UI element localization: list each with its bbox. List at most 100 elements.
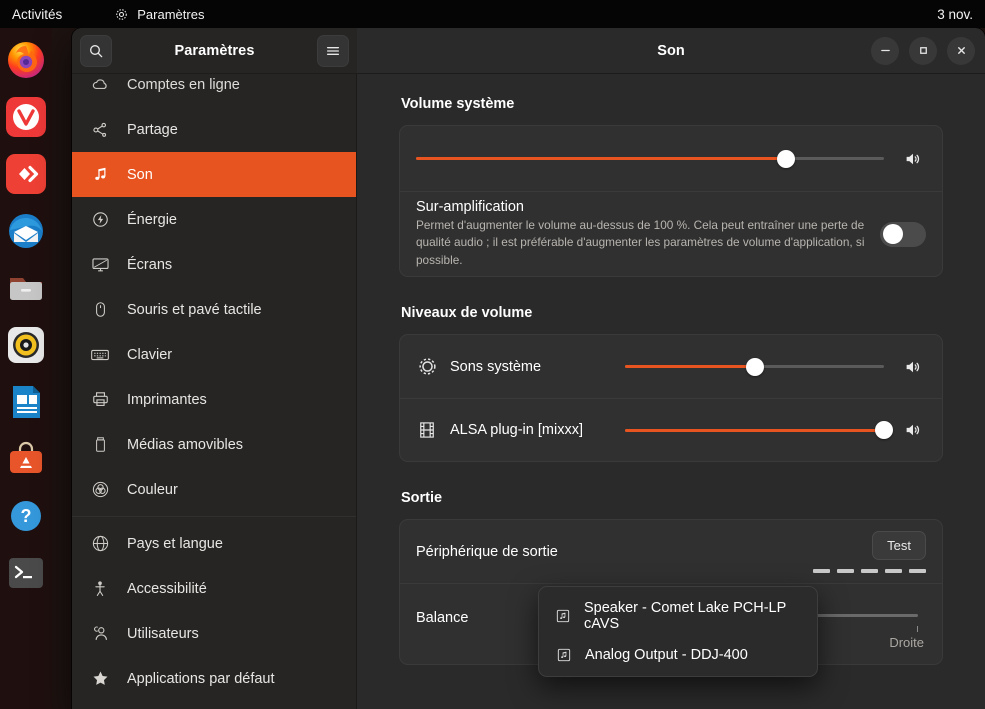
minimize-button[interactable] <box>871 36 899 65</box>
overamplification-toggle[interactable] <box>880 221 926 247</box>
volume-high-icon[interactable] <box>900 421 926 439</box>
thunderbird-icon <box>9 214 43 248</box>
slider-fill <box>625 428 884 432</box>
dock-item-help[interactable]: ? <box>4 494 48 538</box>
terminal-icon <box>9 558 43 588</box>
libreoffice-writer-icon <box>13 386 40 418</box>
output-device-option-speaker[interactable]: Speaker - Comet Lake PCH-LP cAVS <box>539 593 817 639</box>
meter-segment <box>885 568 902 573</box>
activities-button[interactable]: Activités <box>12 7 62 22</box>
tick-right <box>917 626 918 632</box>
sidebar-header: Paramètres <box>72 28 357 74</box>
volume-level-label: ALSA plug-in [mixxx] <box>450 422 583 438</box>
system-sounds-slider[interactable] <box>625 357 884 376</box>
sidebar-item-label: Imprimantes <box>127 391 207 408</box>
settings-sidebar[interactable]: Comptes en ligne Partage Son Énergie Écr… <box>72 74 357 709</box>
sidebar-item-pays-et-langue[interactable]: Pays et langue <box>72 521 356 566</box>
sidebar-item-energie[interactable]: Énergie <box>72 197 356 242</box>
firefox-icon <box>8 42 44 78</box>
mouse-icon <box>90 300 110 320</box>
keyboard-icon <box>90 345 110 365</box>
system-sounds-icon <box>416 356 438 378</box>
sidebar-item-label: Applications par défaut <box>127 670 275 687</box>
sidebar-item-applications-par-defaut[interactable]: Applications par défaut <box>72 656 356 701</box>
printer-icon <box>90 390 110 410</box>
volume-level-row-system-sounds: Sons système <box>400 335 942 398</box>
sidebar-item-couleur[interactable]: Couleur <box>72 467 356 512</box>
cloud-icon <box>90 75 110 95</box>
test-button[interactable]: Test <box>872 530 926 560</box>
app-menu-button[interactable]: Paramètres <box>114 7 204 22</box>
overamplification-description: Permet d'augmenter le volume au-dessus d… <box>416 218 865 267</box>
output-title: Sortie <box>401 490 443 506</box>
dock-item-thunderbird[interactable] <box>4 209 48 253</box>
sidebar-item-imprimantes[interactable]: Imprimantes <box>72 377 356 422</box>
output-device-option-analog[interactable]: Analog Output - DDJ-400 <box>539 639 817 670</box>
sidebar-item-ecrans[interactable]: Écrans <box>72 242 356 287</box>
volume-levels-title: Niveaux de volume <box>401 305 533 321</box>
sidebar-item-comptes-en-ligne[interactable]: Comptes en ligne <box>72 74 356 107</box>
users-icon <box>90 624 110 644</box>
film-strip-icon <box>416 419 438 441</box>
overamplification-row: Sur-amplification Permet d'augmenter le … <box>400 191 942 276</box>
volume-high-icon[interactable] <box>900 150 926 168</box>
slider-thumb[interactable] <box>745 357 764 376</box>
sidebar-item-label: Accessibilité <box>127 580 207 597</box>
sidebar-item-utilisateurs[interactable]: Utilisateurs <box>72 611 356 656</box>
page-title: Son <box>657 42 685 59</box>
dock-item-libreoffice-writer[interactable] <box>4 380 48 424</box>
maximize-button[interactable] <box>909 36 937 65</box>
sidebar-title: Paramètres <box>174 42 255 59</box>
dock-item-files[interactable] <box>4 266 48 310</box>
close-button[interactable] <box>947 36 975 65</box>
system-volume-slider[interactable] <box>416 149 884 168</box>
sidebar-item-label: Clavier <box>127 346 173 363</box>
audio-file-icon <box>555 646 572 663</box>
vivaldi-icon <box>6 97 46 137</box>
dock-item-ubuntu-software[interactable] <box>4 437 48 481</box>
sidebar-item-clavier[interactable]: Clavier <box>72 332 356 377</box>
slider-thumb[interactable] <box>776 149 795 168</box>
slider-thumb[interactable] <box>875 421 893 439</box>
output-device-option-label: Analog Output - DDJ-400 <box>585 646 748 663</box>
output-level-meter <box>813 568 926 573</box>
clock[interactable]: 3 nov. <box>937 7 973 22</box>
search-icon[interactable] <box>80 34 112 67</box>
dock-item-rhythmbox[interactable] <box>4 323 48 367</box>
system-volume-row <box>400 126 942 191</box>
volume-level-row-alsa: ALSA plug-in [mixxx] <box>400 398 942 461</box>
sidebar-item-label: Comptes en ligne <box>127 76 240 93</box>
sidebar-item-medias-amovibles[interactable]: Médias amovibles <box>72 422 356 467</box>
slider-fill <box>416 157 786 160</box>
output-device-popup[interactable]: Speaker - Comet Lake PCH-LP cAVS Analog … <box>538 586 818 677</box>
sidebar-item-accessibilite[interactable]: Accessibilité <box>72 566 356 611</box>
system-volume-section: Volume système Sur-amplification Permet … <box>399 96 943 277</box>
window-body: Comptes en ligne Partage Son Énergie Écr… <box>72 74 985 709</box>
system-volume-card: Sur-amplification Permet d'augmenter le … <box>399 125 943 277</box>
sidebar-item-partial-bottom[interactable] <box>72 701 356 709</box>
sidebar-item-label: Utilisateurs <box>127 625 199 642</box>
sidebar-item-son[interactable]: Son <box>72 152 356 197</box>
sidebar-separator <box>72 516 356 517</box>
volume-high-icon[interactable] <box>900 358 926 376</box>
power-icon <box>90 210 110 230</box>
sidebar-item-label: Pays et langue <box>127 535 223 552</box>
dock-item-anydesk[interactable] <box>4 152 48 196</box>
dock-item-terminal[interactable] <box>4 551 48 595</box>
color-wheel-icon <box>90 480 110 500</box>
dock-item-vivaldi[interactable] <box>4 95 48 139</box>
toggle-knob <box>883 224 903 244</box>
volume-level-label: Sons système <box>450 358 542 375</box>
share-icon <box>90 120 110 140</box>
volume-levels-card: Sons système ALSA plug-in [mixxx] <box>399 334 943 462</box>
svg-text:?: ? <box>21 506 32 526</box>
sound-settings-panel: Volume système Sur-amplification Permet … <box>357 74 985 709</box>
system-volume-title: Volume système <box>401 96 515 112</box>
dock-item-firefox[interactable] <box>4 38 48 82</box>
hamburger-menu-icon[interactable] <box>317 34 349 67</box>
alsa-plugin-slider[interactable] <box>625 421 893 439</box>
output-device-row: Périphérique de sortie Test <box>400 520 942 583</box>
sidebar-item-partage[interactable]: Partage <box>72 107 356 152</box>
sidebar-item-souris-et-pave-tactile[interactable]: Souris et pavé tactile <box>72 287 356 332</box>
ubuntu-software-icon <box>10 441 42 473</box>
